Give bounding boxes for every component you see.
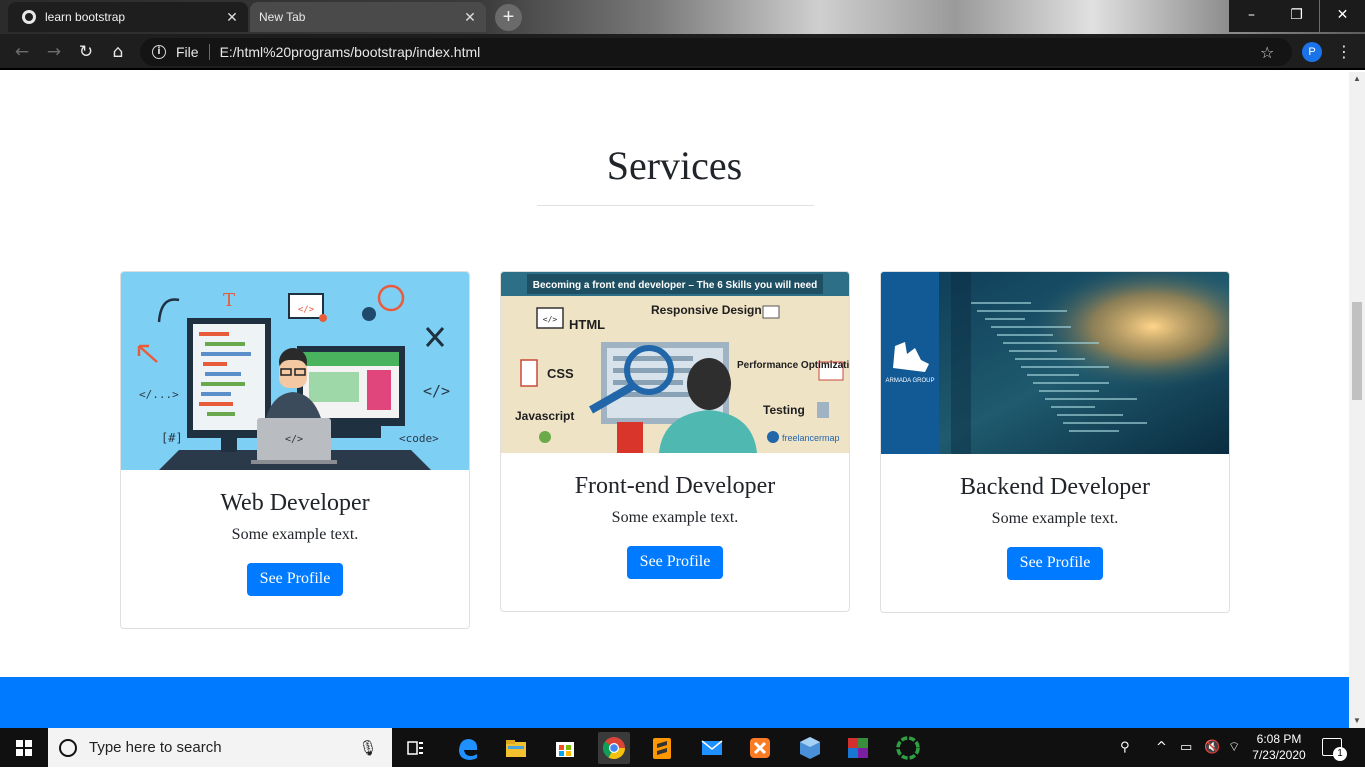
brand-label: freelancermap (782, 433, 840, 443)
svg-text:</>: </> (543, 315, 558, 324)
close-tab-icon[interactable]: ✕ (222, 9, 242, 26)
card-body: Backend Developer Some example text. See… (881, 474, 1229, 580)
tab-new-tab[interactable]: New Tab ✕ (250, 2, 486, 32)
address-separator (208, 44, 210, 60)
restore-window-button[interactable]: ❐ (1274, 0, 1319, 32)
service-card-backend-developer: ARMADA GROUP Backend Developer Some exam… (880, 271, 1230, 613)
xampp-icon[interactable] (744, 732, 776, 764)
battery-icon[interactable]: ▭ (1180, 728, 1198, 767)
task-view-icon[interactable] (400, 732, 432, 764)
card-text: Some example text. (231, 526, 359, 543)
clock-time: 6:08 PM (1256, 732, 1302, 746)
people-icon[interactable]: ⚲ (1120, 728, 1140, 767)
svg-text:</>: </> (423, 382, 450, 400)
mail-icon[interactable] (696, 732, 728, 764)
brand-label: ARMADA GROUP (885, 378, 934, 384)
skill-label: Javascript (515, 409, 574, 423)
close-window-button[interactable]: ✕ (1320, 0, 1365, 32)
file-explorer-icon[interactable] (500, 732, 532, 764)
card-text: Some example text. (991, 510, 1119, 527)
cortana-icon (59, 738, 77, 757)
footer-band (0, 677, 1349, 728)
clock-date: 7/23/2020 (1252, 748, 1306, 762)
see-profile-button[interactable]: See Profile (246, 563, 344, 596)
page-viewport: Services </> </...> </> [#] <code> T </>… (0, 72, 1349, 728)
circle-app-icon[interactable] (892, 732, 924, 764)
tab-learn-bootstrap[interactable]: learn bootstrap ✕ (8, 2, 248, 32)
url-text[interactable]: E:/html%20programs/bootstrap/index.html (220, 44, 1260, 60)
front-end-skills-infographic: Becoming a front end developer – The 6 S… (501, 272, 849, 453)
tab-title: New Tab (259, 10, 306, 24)
svg-text:</...>: </...> (139, 388, 179, 401)
windows-logo-icon (16, 740, 32, 756)
kebab-menu-icon[interactable]: ⋮ (1336, 42, 1352, 62)
card-title: Front-end Developer (574, 473, 776, 499)
reload-icon[interactable]: ↻ (74, 40, 98, 64)
svg-text:</>: </> (298, 305, 315, 315)
title-divider (537, 205, 814, 206)
star-icon[interactable]: ☆ (1260, 43, 1280, 62)
browser-toolbar: ← → ↻ ⌂ i File E:/html%20programs/bootst… (0, 34, 1365, 70)
notification-count-badge: 1 (1333, 747, 1347, 761)
edge-icon[interactable] (452, 732, 484, 764)
infographic-banner-text: Becoming a front end developer – The 6 S… (533, 280, 818, 291)
service-card-front-end-developer: Becoming a front end developer – The 6 S… (500, 271, 850, 612)
volume-muted-icon[interactable]: 🔇 (1204, 728, 1220, 767)
svg-text:</>: </> (285, 434, 303, 445)
globe-icon (22, 10, 36, 24)
back-arrow-icon[interactable]: ← (10, 40, 34, 64)
chrome-icon[interactable] (598, 732, 630, 764)
skill-label: Performance Optimization (737, 360, 849, 371)
address-bar[interactable]: i File E:/html%20programs/bootstrap/inde… (140, 38, 1292, 66)
svg-text:<code>: <code> (399, 432, 439, 445)
microphone-icon[interactable]: 🎙 (358, 739, 378, 757)
start-button[interactable] (0, 728, 48, 767)
store-icon[interactable] (549, 732, 581, 764)
skill-label: HTML (569, 317, 605, 332)
skill-label: Responsive Design (651, 303, 762, 317)
page-scrollbar[interactable]: ▲ ▼ (1349, 72, 1365, 728)
minimize-window-button[interactable]: – (1229, 0, 1274, 32)
card-title: Web Developer (220, 490, 370, 516)
see-profile-button[interactable]: See Profile (626, 546, 724, 579)
close-tab-icon[interactable]: ✕ (460, 9, 480, 26)
winrar-icon[interactable] (842, 732, 874, 764)
skill-label: Testing (763, 403, 805, 417)
info-icon[interactable]: i (152, 45, 166, 59)
scroll-down-arrow-icon[interactable]: ▼ (1349, 714, 1365, 728)
taskbar-search-box[interactable]: Type here to search 🎙 (48, 728, 392, 767)
card-body: Web Developer Some example text. See Pro… (121, 490, 469, 596)
scrollbar-thumb[interactable] (1352, 302, 1362, 400)
card-body: Front-end Developer Some example text. S… (501, 473, 849, 579)
forward-arrow-icon[interactable]: → (42, 40, 66, 64)
web-developer-illustration: </> </...> </> [#] <code> T </> (121, 272, 469, 470)
show-hidden-icons-chevron-icon[interactable]: ^ (1156, 728, 1172, 767)
skill-label: CSS (547, 366, 574, 381)
card-title: Backend Developer (960, 474, 1150, 500)
sublime-text-icon[interactable] (646, 732, 678, 764)
new-tab-button[interactable]: + (495, 4, 522, 31)
card-text: Some example text. (611, 509, 739, 526)
profile-avatar[interactable]: P (1302, 42, 1322, 62)
search-placeholder: Type here to search (89, 739, 222, 756)
svg-text:[#]: [#] (161, 431, 183, 445)
svg-text:T: T (223, 290, 235, 311)
scroll-up-arrow-icon[interactable]: ▲ (1349, 72, 1365, 86)
tab-title: learn bootstrap (45, 10, 126, 24)
home-icon[interactable]: ⌂ (106, 40, 130, 64)
see-profile-button[interactable]: See Profile (1006, 547, 1104, 580)
service-card-web-developer: </> </...> </> [#] <code> T </> Web Deve… (120, 271, 470, 629)
virtualbox-icon[interactable] (794, 732, 826, 764)
windows-taskbar: Type here to search 🎙 ⚲ ^ ▭ 🔇 ⌔ 6:08 PM … (0, 728, 1365, 767)
system-clock[interactable]: 6:08 PM 7/23/2020 (1252, 731, 1306, 763)
scheme-label: File (176, 44, 199, 60)
section-title: Services (606, 143, 743, 188)
browser-tab-strip: learn bootstrap ✕ New Tab ✕ + – ❐ ✕ (0, 0, 1365, 34)
wifi-icon[interactable]: ⌔ (1228, 728, 1246, 767)
code-screen-photo: ARMADA GROUP (881, 272, 1229, 454)
